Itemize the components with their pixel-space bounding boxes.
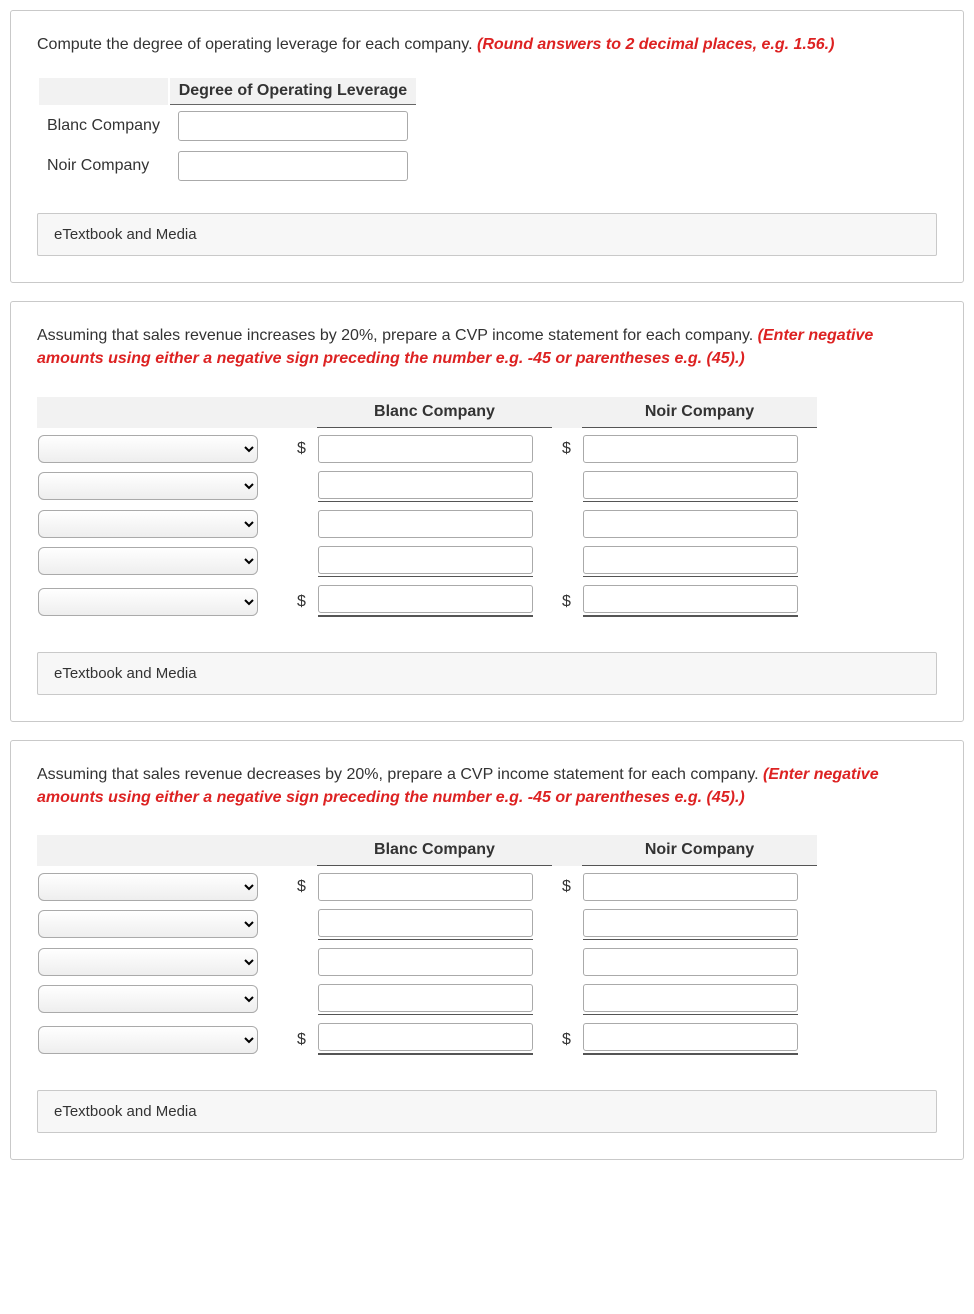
cvp-inc-select-5[interactable] [38, 588, 258, 616]
prompt-decrease-text: Assuming that sales revenue decreases by… [37, 766, 763, 783]
cvp-inc-blanc-2[interactable] [318, 471, 533, 499]
etextbook-button-2[interactable]: eTextbook and Media [37, 652, 937, 695]
dol-header: Degree of Operating Leverage [170, 78, 416, 105]
etextbook-button-3[interactable]: eTextbook and Media [37, 1090, 937, 1133]
dollar-sign: $ [552, 1022, 582, 1058]
cvp-dec-select-4[interactable] [38, 985, 258, 1013]
cvp-inc-col-blanc: Blanc Company [317, 397, 552, 428]
etextbook-label-2: eTextbook and Media [54, 665, 197, 682]
panel-dol: Compute the degree of operating leverage… [10, 10, 964, 283]
cvp-dec-noir-3[interactable] [583, 948, 798, 976]
dol-row-noir-label: Noir Company [39, 147, 168, 185]
cvp-dec-noir-4[interactable] [583, 984, 798, 1012]
cvp-inc-noir-3[interactable] [583, 510, 798, 538]
cvp-table-decrease: Blanc Company Noir Company $ $ [37, 829, 817, 1064]
panel-decrease: Assuming that sales revenue decreases by… [10, 740, 964, 1160]
cvp-inc-blanc-3[interactable] [318, 510, 533, 538]
dollar-sign: $ [287, 434, 317, 464]
etextbook-label-3: eTextbook and Media [54, 1103, 197, 1120]
cvp-dec-select-5[interactable] [38, 1026, 258, 1054]
dollar-sign: $ [287, 872, 317, 902]
cvp-dec-noir-2[interactable] [583, 909, 798, 937]
cvp-dec-select-1[interactable] [38, 873, 258, 901]
cvp-dec-noir-5[interactable] [583, 1023, 798, 1051]
cvp-inc-select-2[interactable] [38, 472, 258, 500]
prompt-decrease: Assuming that sales revenue decreases by… [37, 763, 937, 809]
cvp-table-increase: Blanc Company Noir Company $ $ [37, 391, 817, 626]
cvp-dec-select-3[interactable] [38, 948, 258, 976]
cvp-inc-blanc-5[interactable] [318, 585, 533, 613]
etextbook-label-1: eTextbook and Media [54, 226, 197, 243]
cvp-dec-blanc-2[interactable] [318, 909, 533, 937]
cvp-inc-noir-4[interactable] [583, 546, 798, 574]
prompt-increase-text: Assuming that sales revenue increases by… [37, 327, 758, 344]
cvp-dec-blanc-5[interactable] [318, 1023, 533, 1051]
prompt-increase: Assuming that sales revenue increases by… [37, 324, 937, 370]
cvp-dec-select-2[interactable] [38, 910, 258, 938]
cvp-inc-blanc-1[interactable] [318, 435, 533, 463]
cvp-inc-noir-5[interactable] [583, 585, 798, 613]
panel-increase: Assuming that sales revenue increases by… [10, 301, 964, 721]
prompt-dol-text: Compute the degree of operating leverage… [37, 36, 477, 53]
dollar-sign: $ [552, 584, 582, 620]
etextbook-button-1[interactable]: eTextbook and Media [37, 213, 937, 256]
cvp-dec-blanc-1[interactable] [318, 873, 533, 901]
prompt-dol-hint: (Round answers to 2 decimal places, e.g.… [477, 36, 834, 53]
cvp-inc-blanc-4[interactable] [318, 546, 533, 574]
cvp-dec-col-noir: Noir Company [582, 835, 817, 866]
dol-input-noir[interactable] [178, 151, 408, 181]
dollar-sign: $ [287, 584, 317, 620]
dol-input-blanc[interactable] [178, 111, 408, 141]
cvp-dec-blanc-4[interactable] [318, 984, 533, 1012]
dollar-sign: $ [552, 872, 582, 902]
cvp-inc-noir-1[interactable] [583, 435, 798, 463]
dol-table: Degree of Operating Leverage Blanc Compa… [37, 76, 418, 187]
cvp-inc-col-noir: Noir Company [582, 397, 817, 428]
cvp-inc-select-1[interactable] [38, 435, 258, 463]
cvp-inc-select-3[interactable] [38, 510, 258, 538]
cvp-inc-select-4[interactable] [38, 547, 258, 575]
cvp-inc-noir-2[interactable] [583, 471, 798, 499]
cvp-dec-col-blanc: Blanc Company [317, 835, 552, 866]
cvp-dec-blanc-3[interactable] [318, 948, 533, 976]
dollar-sign: $ [552, 434, 582, 464]
prompt-dol: Compute the degree of operating leverage… [37, 33, 937, 56]
dollar-sign: $ [287, 1022, 317, 1058]
dol-row-blanc-label: Blanc Company [39, 107, 168, 145]
cvp-dec-noir-1[interactable] [583, 873, 798, 901]
